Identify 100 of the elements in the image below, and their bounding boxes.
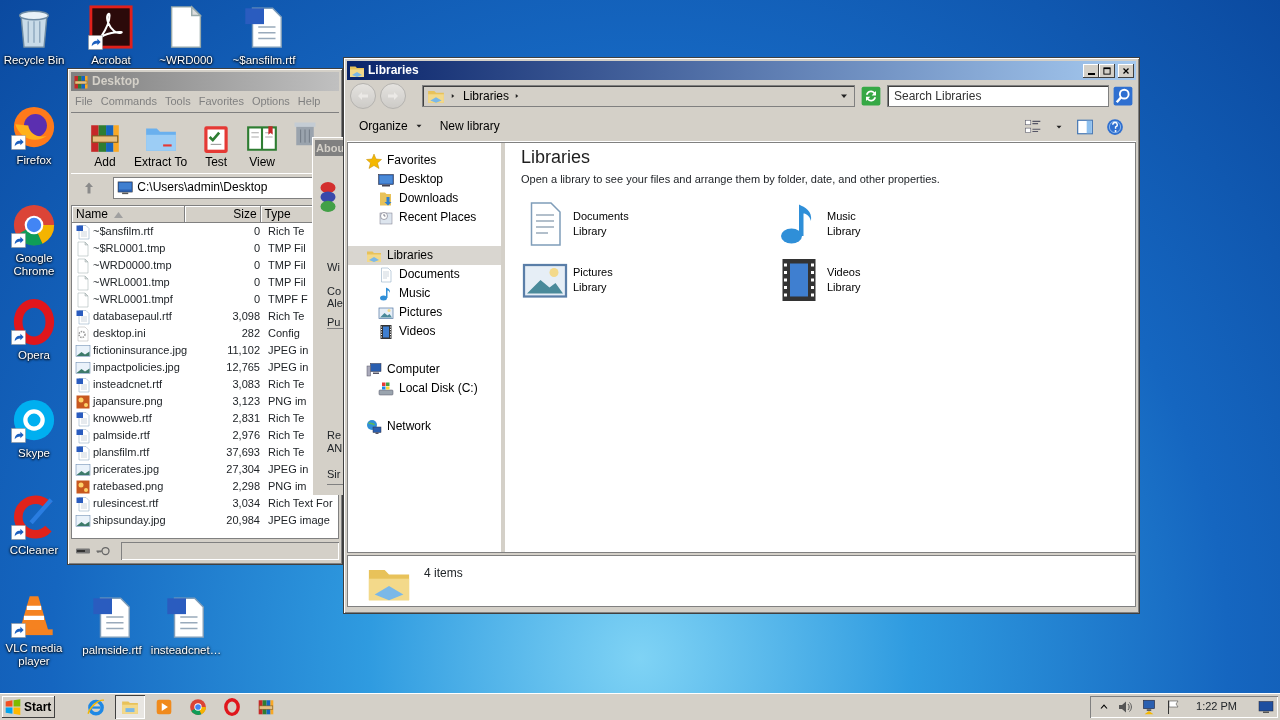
library-item[interactable]: Documents Library bbox=[521, 199, 721, 248]
download-folder-icon bbox=[378, 190, 394, 207]
file-name: palmside.rtf bbox=[93, 429, 150, 443]
file-icon bbox=[75, 291, 91, 308]
file-name: knowweb.rtf bbox=[93, 412, 152, 426]
file-size: 3,123 bbox=[231, 395, 261, 409]
archive-books-icon bbox=[73, 73, 89, 90]
library-item[interactable]: Pictures Library bbox=[521, 255, 721, 304]
start-button[interactable]: Start bbox=[2, 696, 56, 718]
toolbar-button[interactable]: Extract To bbox=[129, 118, 193, 172]
nav-item[interactable]: Local Disk (C:) bbox=[348, 379, 501, 398]
preview-pane-button[interactable] bbox=[1076, 117, 1094, 136]
nav-item[interactable]: Music bbox=[348, 284, 501, 303]
pdf-icon bbox=[88, 4, 134, 50]
window-title: Libraries bbox=[368, 63, 419, 78]
taskbar-button[interactable] bbox=[115, 695, 146, 719]
file-type: Rich Te bbox=[267, 412, 305, 426]
file-name: rulesincest.rtf bbox=[93, 497, 159, 511]
desktop-shortcut[interactable]: ~WRD000 bbox=[148, 4, 224, 67]
toolbar-button[interactable]: Test bbox=[194, 118, 239, 172]
word-file-icon bbox=[75, 308, 91, 325]
toolbar-button[interactable]: View bbox=[240, 118, 285, 172]
file-name: ~WRL0001.tmp bbox=[93, 276, 170, 290]
command-button[interactable]: New library bbox=[433, 116, 506, 137]
desktop-shortcut[interactable]: Google Chrome bbox=[3, 202, 65, 278]
file-name: insteadcnet.rtf bbox=[93, 378, 163, 392]
refresh-button[interactable] bbox=[859, 86, 883, 106]
help-button[interactable] bbox=[1106, 117, 1124, 136]
word-file-icon bbox=[75, 376, 91, 393]
nav-item[interactable]: Favorites bbox=[348, 151, 501, 170]
word-file-icon bbox=[75, 444, 91, 461]
desktop-shortcut[interactable]: ~$ansfilm.rtf bbox=[226, 4, 302, 67]
nav-item[interactable]: Downloads bbox=[348, 189, 501, 208]
search-button[interactable] bbox=[1113, 86, 1133, 106]
desktop-shortcut[interactable]: palmside.rtf bbox=[74, 594, 150, 657]
word-file-icon bbox=[75, 223, 91, 240]
nav-item[interactable]: Computer bbox=[348, 360, 501, 379]
preview-pane-icon bbox=[1076, 117, 1094, 136]
nav-item[interactable]: Desktop bbox=[348, 170, 501, 189]
image-file-icon bbox=[75, 512, 91, 529]
window-title: Desktop bbox=[92, 74, 140, 89]
column-header[interactable]: Size bbox=[185, 206, 261, 224]
file-type: TMP Fil bbox=[267, 276, 306, 290]
desktop-shortcut[interactable]: Opera bbox=[3, 299, 65, 362]
desktop-shortcut[interactable]: VLC media player bbox=[3, 592, 65, 668]
nav-item[interactable]: Network bbox=[348, 417, 501, 436]
library-item[interactable]: Music Library bbox=[775, 199, 975, 248]
archive-books-icon bbox=[257, 698, 276, 716]
desktop-shortcut[interactable]: CCleaner bbox=[3, 494, 65, 557]
dialog-text: Wi bbox=[326, 261, 341, 273]
refresh-icon bbox=[861, 86, 881, 106]
file-size: 3,034 bbox=[231, 497, 261, 511]
nav-item[interactable]: Pictures bbox=[348, 303, 501, 322]
file-type: Rich Te bbox=[267, 429, 305, 443]
close-button[interactable] bbox=[1118, 63, 1134, 78]
minimize-button[interactable] bbox=[1083, 63, 1099, 78]
clock: 1:22 PM bbox=[1196, 700, 1237, 714]
desktop-shortcut[interactable]: Acrobat bbox=[73, 4, 149, 67]
network-globe-icon bbox=[366, 418, 382, 435]
nav-item[interactable]: Documents bbox=[348, 265, 501, 284]
file-name: databasepaul.rtf bbox=[93, 310, 172, 324]
file-size: 3,083 bbox=[231, 378, 261, 392]
nav-item[interactable]: Libraries bbox=[348, 246, 501, 265]
page-heading: Libraries bbox=[521, 147, 592, 169]
command-button[interactable]: Organize bbox=[353, 116, 430, 137]
view-list-icon bbox=[1024, 117, 1042, 136]
image-file-icon bbox=[75, 342, 91, 359]
file-size: 0 bbox=[252, 225, 261, 239]
desktop-shortcut[interactable]: Firefox bbox=[3, 104, 65, 167]
chrome-logo-icon bbox=[189, 698, 208, 716]
toolbar-button[interactable]: Add bbox=[83, 118, 127, 172]
maximize-button[interactable] bbox=[1099, 63, 1115, 78]
file-size: 11,102 bbox=[226, 344, 261, 358]
desktop-shortcut[interactable]: Recycle Bin bbox=[3, 4, 65, 67]
library-item[interactable]: Videos Library bbox=[775, 255, 975, 304]
desktop-shortcut[interactable]: insteadcnet… bbox=[148, 594, 224, 657]
nav-item[interactable]: Videos bbox=[348, 322, 501, 341]
file-type: JPEG in bbox=[267, 361, 309, 375]
file-icon bbox=[75, 274, 91, 291]
nav-item[interactable]: Recent Places bbox=[348, 208, 501, 227]
close-icon bbox=[1121, 65, 1131, 76]
breadcrumb-item[interactable]: Libraries bbox=[461, 88, 524, 104]
file-size: 0 bbox=[252, 242, 261, 256]
search-field[interactable]: Search Libraries bbox=[887, 85, 1109, 107]
word-file-icon bbox=[75, 495, 91, 512]
views-button[interactable] bbox=[1024, 117, 1042, 136]
file-size: 20,984 bbox=[225, 514, 261, 528]
file-type: JPEG in bbox=[267, 344, 309, 358]
file-name: japansure.png bbox=[93, 395, 163, 409]
file-name: ~WRL0001.tmpf bbox=[93, 293, 173, 307]
desktop-shortcut[interactable]: Skype bbox=[3, 397, 65, 460]
file-type: TMPF F bbox=[267, 293, 308, 307]
word-file-icon bbox=[75, 427, 91, 444]
file-size: 0 bbox=[252, 293, 261, 307]
windows-flag-icon bbox=[4, 698, 22, 716]
maximize-icon bbox=[1102, 65, 1112, 76]
file-type: Rich Te bbox=[267, 378, 305, 392]
address-bar[interactable]: Libraries bbox=[422, 85, 855, 107]
word-file-icon bbox=[75, 410, 91, 427]
column-header[interactable]: Name bbox=[72, 206, 186, 224]
